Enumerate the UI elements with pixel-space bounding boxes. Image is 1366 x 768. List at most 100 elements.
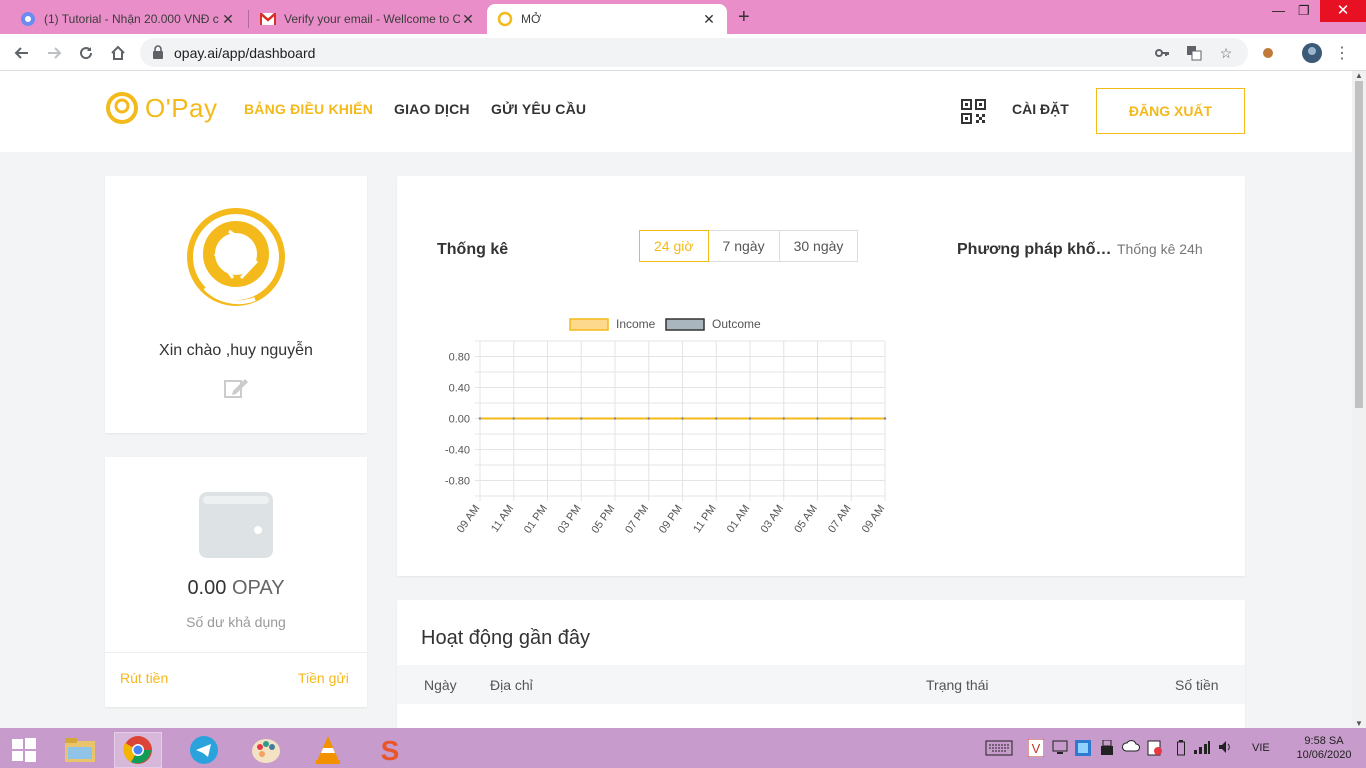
withdraw-link[interactable]: Rút tiền — [120, 670, 168, 686]
browser-tab-3[interactable]: MỞ ✕ — [487, 4, 727, 34]
avatar — [185, 206, 287, 313]
x-tick-label: 09 AM — [860, 503, 888, 535]
close-tab-icon[interactable]: ✕ — [701, 11, 717, 28]
wallet-card: 0.00 OPAY Số dư khả dụng Rút tiền Tiền g… — [105, 457, 367, 707]
legend-swatch — [569, 318, 609, 331]
available-balance-label: Số dư khả dụng — [186, 614, 286, 630]
browser-tab-2[interactable]: Verify your email - Wellcome to C ✕ — [250, 4, 486, 34]
lock-icon[interactable] — [152, 45, 164, 64]
column-status: Trạng thái — [926, 677, 989, 693]
nav-settings[interactable]: CÀI ĐẶT — [1012, 101, 1069, 117]
edit-icon[interactable] — [223, 377, 249, 404]
page-scrollbar[interactable]: ▲ ▼ — [1352, 71, 1366, 728]
scrollbar-thumb[interactable] — [1355, 81, 1363, 408]
gmail-icon — [260, 11, 276, 27]
data-point — [715, 417, 718, 420]
y-tick-label: 0.40 — [449, 383, 470, 395]
language-indicator[interactable]: VIE — [1252, 742, 1270, 754]
opay-logo[interactable]: O'Pay — [105, 91, 218, 125]
extension-icon[interactable] — [1256, 41, 1280, 65]
window-close-button[interactable]: ✕ — [1320, 0, 1366, 22]
svg-text:V: V — [1032, 741, 1041, 756]
usb-tray-icon[interactable] — [1100, 739, 1114, 759]
security-alert-tray-icon[interactable] — [1147, 740, 1163, 759]
x-tick-label: 11 AM — [489, 503, 516, 535]
clock-date: 10/06/2020 — [1296, 749, 1352, 761]
battery-icon[interactable] — [1177, 740, 1185, 759]
network-app-tray-icon[interactable] — [1075, 740, 1091, 759]
method-label: Phương pháp khối l... — [957, 241, 1115, 258]
y-tick-label: 0.80 — [449, 352, 470, 364]
data-point — [850, 417, 853, 420]
key-icon[interactable] — [1154, 45, 1170, 61]
address-bar[interactable]: opay.ai/app/dashboard ☆ — [140, 38, 1248, 67]
activity-table-header: Ngày Địa chỉ Trạng thái Số tiền — [397, 665, 1245, 704]
chrome-icon[interactable] — [114, 732, 162, 768]
range-7d-button[interactable]: 7 ngày — [707, 230, 780, 262]
restore-button[interactable]: ❐ — [1298, 3, 1310, 19]
profile-avatar-icon[interactable] — [1300, 41, 1324, 65]
windows-start-icon[interactable] — [0, 732, 48, 768]
nav-dashboard[interactable]: BẢNG ĐIỀU KHIỂN — [244, 101, 373, 117]
deposit-link[interactable]: Tiền gửi — [298, 670, 349, 686]
telegram-icon[interactable] — [180, 732, 228, 768]
browser-tab-1[interactable]: (1) Tutorial - Nhận 20.000 VNĐ c ✕ — [10, 4, 246, 34]
taskbar-clock[interactable]: 9:58 SA 10/06/2020 — [1292, 734, 1356, 762]
url-text: opay.ai/app/dashboard — [174, 45, 316, 61]
stackskills-s-icon[interactable]: S — [366, 732, 414, 768]
close-tab-icon[interactable]: ✕ — [220, 11, 236, 28]
statistics-card: Thống kê 24 giờ 7 ngày 30 ngày Phương ph… — [397, 176, 1245, 576]
star-icon[interactable]: ☆ — [1218, 45, 1234, 61]
file-explorer-icon[interactable] — [56, 732, 104, 768]
reload-icon[interactable] — [74, 41, 98, 65]
x-tick-label: 03 AM — [758, 503, 786, 535]
recent-activity-card: Hoạt động gần đây Ngày Địa chỉ Trạng thá… — [397, 600, 1245, 728]
x-tick-label: 09 AM — [455, 503, 483, 535]
keyboard-icon[interactable] — [985, 740, 1013, 759]
x-tick-label: 11 PM — [691, 503, 719, 535]
greeting-text: Xin chào ,huy nguyễn — [159, 342, 313, 359]
wallet-icon — [199, 492, 273, 563]
tab-title: Verify your email - Wellcome to C — [284, 12, 460, 26]
close-tab-icon[interactable]: ✕ — [460, 11, 476, 28]
monitor-tray-icon[interactable] — [1052, 740, 1068, 757]
column-address: Địa chỉ — [490, 677, 533, 693]
volume-icon[interactable] — [1218, 740, 1232, 757]
minimize-button[interactable]: — — [1272, 3, 1285, 18]
tab-separator — [248, 10, 249, 28]
column-date: Ngày — [424, 677, 457, 693]
data-point — [681, 417, 684, 420]
cloud-tray-icon[interactable] — [1122, 740, 1140, 755]
data-point — [580, 417, 583, 420]
browser-menu-icon[interactable]: ⋮ — [1330, 41, 1354, 65]
data-point — [883, 417, 887, 420]
translate-icon[interactable] — [1186, 45, 1202, 61]
x-tick-label: 03 PM — [556, 503, 584, 536]
scroll-down-icon[interactable]: ▼ — [1355, 719, 1363, 728]
data-point — [478, 417, 482, 420]
range-24h-button[interactable]: 24 giờ — [639, 230, 709, 262]
forward-arrow-icon[interactable] — [42, 41, 66, 65]
vietkey-v-icon[interactable]: V — [1027, 738, 1045, 760]
x-tick-label: 05 PM — [589, 503, 617, 536]
home-icon[interactable] — [106, 41, 130, 65]
x-tick-label: 01 PM — [522, 503, 550, 536]
range-30d-button[interactable]: 30 ngày — [778, 230, 859, 262]
new-tab-button[interactable]: + — [738, 6, 750, 29]
data-point — [748, 417, 752, 420]
x-tick-label: 09 PM — [657, 503, 685, 536]
qr-code-icon[interactable] — [961, 99, 986, 129]
wifi-signal-icon[interactable] — [1193, 740, 1211, 757]
back-arrow-icon[interactable] — [10, 41, 34, 65]
income-outcome-chart: Income Outcome 0.80 0.40 0.00 -0.40 -0.80 09 AM… — [445, 317, 888, 536]
nav-transactions[interactable]: GIAO DỊCH — [394, 101, 470, 117]
data-point — [512, 417, 515, 420]
scroll-up-icon[interactable]: ▲ — [1355, 71, 1363, 80]
vlc-icon[interactable] — [304, 732, 352, 768]
paint-icon[interactable] — [242, 732, 290, 768]
logout-button[interactable]: ĐĂNG XUẤT — [1096, 88, 1245, 134]
nav-send-request[interactable]: GỬI YÊU CẦU — [491, 101, 586, 117]
legend-label: Income — [616, 317, 656, 331]
browser-toolbar: opay.ai/app/dashboard ☆ ⋮ — [0, 34, 1366, 71]
svg-text:S: S — [381, 735, 400, 765]
